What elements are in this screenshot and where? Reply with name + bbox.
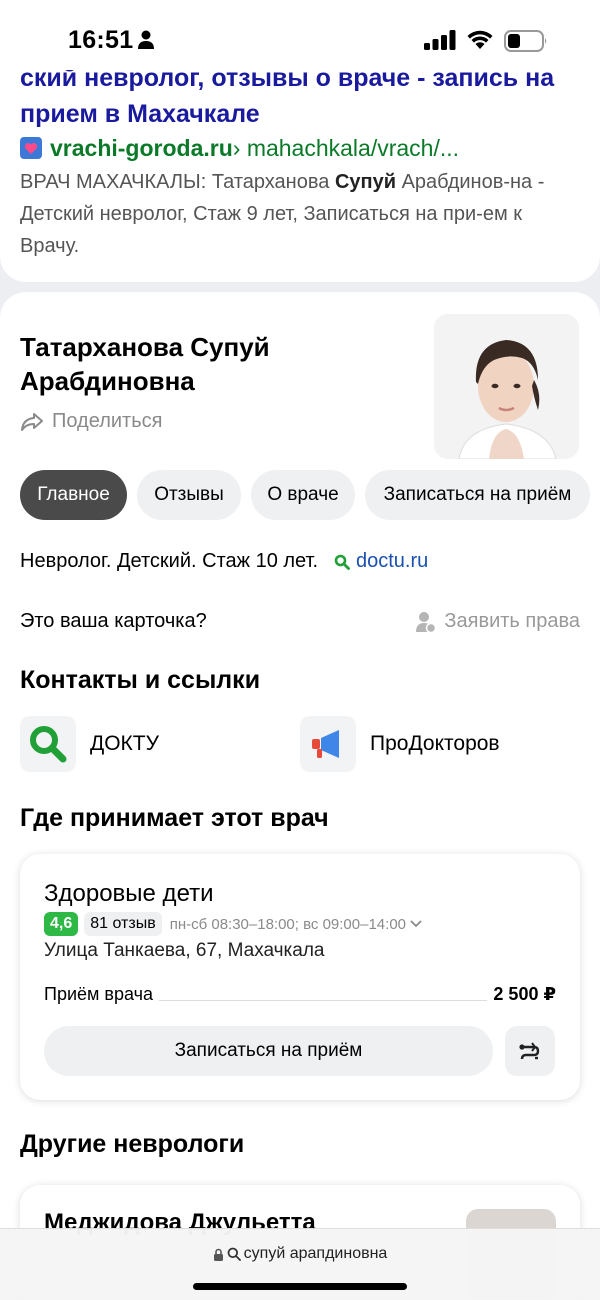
snippet-text: ВРАЧ МАХАЧКАЛЫ: Татарханова: [20, 171, 335, 193]
contacts-title: Контакты и ссылки: [20, 666, 261, 694]
specialty-line: Невролог. Детский. Стаж 10 лет. doctu.ru: [20, 550, 428, 573]
home-indicator[interactable]: [193, 1283, 407, 1290]
clinics-title: Где принимает этот врач: [20, 804, 329, 832]
doctu-search-icon: [20, 716, 76, 772]
result-title-link[interactable]: ский невролог, отзывы о враче - запись н…: [20, 60, 580, 132]
service-price: 2 500 ₽: [493, 984, 556, 1004]
reviews-badge[interactable]: 81 отзыв: [84, 912, 162, 936]
share-arrow-icon: [21, 412, 43, 431]
price-leader-line: [158, 989, 488, 1001]
result-snippet: ВРАЧ МАХАЧКАЛЫ: Татарханова Супуй Арабди…: [20, 166, 585, 262]
route-icon: [519, 1042, 540, 1060]
specialty-source-link[interactable]: doctu.ru: [334, 550, 428, 573]
person-icon: [138, 30, 154, 49]
chevron-down-icon: [410, 920, 422, 928]
cellular-signal-icon: [424, 30, 456, 50]
clinic-card[interactable]: Здоровые дети 4,6 81 отзыв пн-сб 08:30–1…: [20, 854, 580, 1100]
contact-label: ДОКТУ: [90, 732, 159, 755]
battery-icon: [504, 30, 547, 52]
status-bar: 16:51: [0, 0, 600, 70]
contact-label: ПроДокторов: [370, 732, 500, 755]
claim-question: Это ваша карточка?: [20, 610, 207, 632]
contacts-list: ДОКТУ ПроДокторов: [20, 716, 580, 772]
clinic-name: Здоровые дети: [44, 880, 214, 907]
contact-prodoctorov[interactable]: ПроДокторов: [300, 716, 580, 772]
tab-book[interactable]: Записаться на приём: [365, 470, 590, 520]
clinic-address: Улица Танкаева, 67, Махачкала: [44, 940, 325, 961]
doctor-tabs: Главное Отзывы О враче Записаться на при…: [20, 470, 590, 520]
price-row: Приём врача 2 500 ₽: [44, 984, 556, 1005]
heart-favicon-icon: [20, 137, 42, 159]
address-query-text: супуй арапдиновна: [243, 1245, 388, 1262]
search-icon: [334, 554, 350, 570]
rating-badge: 4,6: [44, 912, 79, 936]
search-icon: [227, 1247, 241, 1261]
doctor-name: Татарханова Супуй Арабдиновна: [20, 332, 270, 396]
opening-hours[interactable]: пн-сб 08:30–18:00; вс 09:00–14:00: [170, 916, 422, 933]
browser-address-bar[interactable]: супуй арапдиновна: [0, 1228, 600, 1300]
lock-icon: [213, 1248, 223, 1261]
doctor-photo[interactable]: [434, 314, 579, 459]
result-url[interactable]: vrachi-goroda.ru › mahachkala/vrach/...: [20, 134, 459, 162]
specialty-text: Невролог. Детский. Стаж 10 лет.: [20, 550, 318, 572]
share-button[interactable]: Поделиться: [20, 410, 162, 433]
other-neurologists-title: Другие неврологи: [20, 1130, 245, 1158]
wifi-icon: [467, 30, 493, 49]
share-label: Поделиться: [52, 410, 163, 432]
service-name: Приём врача: [44, 984, 153, 1004]
status-time: 16:51: [68, 26, 134, 54]
user-check-icon: [416, 611, 437, 633]
doctor-portrait: [434, 314, 579, 459]
snippet-highlight: Супуй: [334, 171, 397, 193]
source-domain: doctu.ru: [356, 550, 429, 572]
book-appointment-button[interactable]: Записаться на приём: [44, 1026, 493, 1076]
route-button[interactable]: [505, 1026, 555, 1076]
tab-reviews[interactable]: Отзывы: [137, 470, 241, 520]
megaphone-icon: [300, 716, 356, 772]
url-path: › mahachkala/vrach/...: [232, 134, 460, 161]
address-query[interactable]: супуй арапдиновна: [0, 1245, 600, 1263]
url-domain: vrachi-goroda.ru: [50, 134, 233, 161]
clinic-meta: 4,6 81 отзыв пн-сб 08:30–18:00; вс 09:00…: [44, 912, 422, 936]
tab-main[interactable]: Главное: [20, 470, 127, 520]
claim-row: Это ваша карточка? Заявить права: [20, 610, 580, 633]
claim-link-label: Заявить права: [444, 610, 580, 632]
tab-about[interactable]: О враче: [251, 470, 355, 520]
claim-rights-link[interactable]: Заявить права: [416, 610, 580, 633]
contact-doctu[interactable]: ДОКТУ: [20, 716, 300, 772]
hours-text: пн-сб 08:30–18:00; вс 09:00–14:00: [169, 915, 406, 933]
doctor-card: Татарханова Супуй Арабдиновна Поделиться…: [0, 292, 600, 1300]
